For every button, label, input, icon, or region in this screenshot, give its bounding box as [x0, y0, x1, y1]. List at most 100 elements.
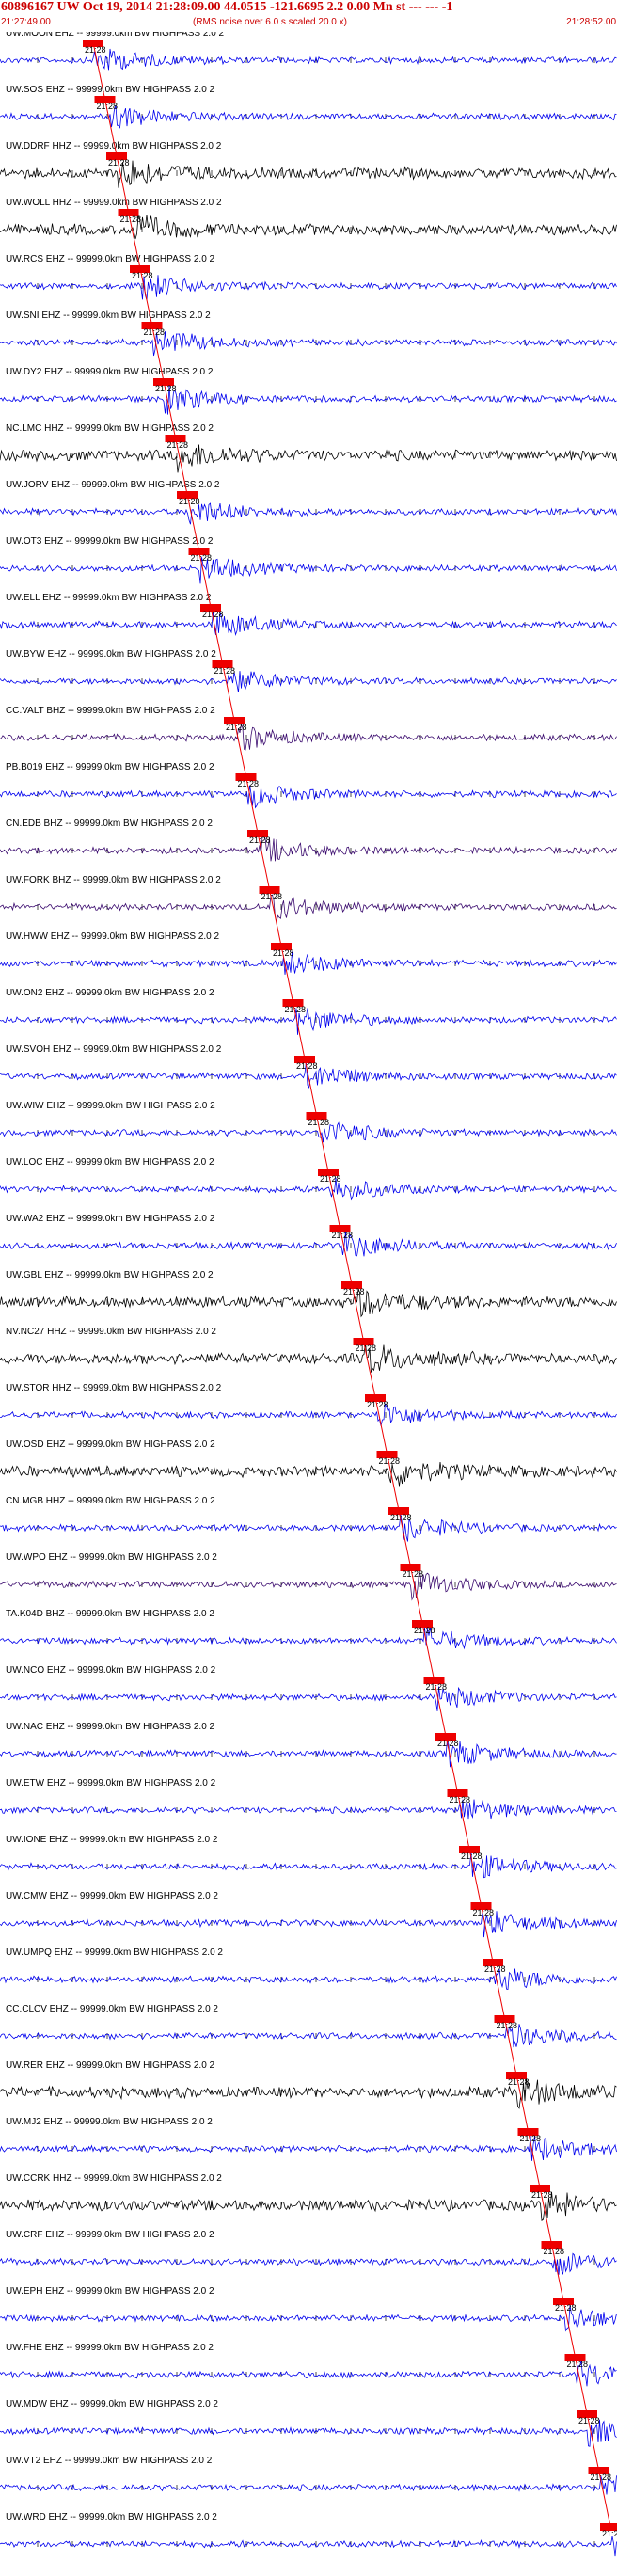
station-label: UW.WA2 EHZ -- 99999.0km BW HIGHPASS 2.0 … — [6, 1214, 215, 1224]
trace-row: UW.ETW EHZ -- 99999.0km BW HIGHPASS 2.0 … — [0, 1778, 617, 1820]
station-label: CN.MGB HHZ -- 99999.0km BW HIGHPASS 2.0 … — [6, 1496, 215, 1506]
trace-row: UW.MDW EHZ -- 99999.0km BW HIGHPASS 2.0 … — [0, 2399, 617, 2447]
station-label: UW.CMW EHZ -- 99999.0km BW HIGHPASS 2.0 … — [6, 1891, 218, 1901]
station-label: UW.ETW EHZ -- 99999.0km BW HIGHPASS 2.0 … — [6, 1778, 216, 1789]
waveform — [0, 104, 617, 129]
station-label: UW.OSD EHZ -- 99999.0km BW HIGHPASS 2.0 … — [6, 1439, 215, 1450]
trace-row: UW.OT3 EHZ -- 99999.0km BW HIGHPASS 2.0 … — [0, 536, 617, 584]
trace-row: UW.WRD EHZ -- 99999.0km BW HIGHPASS 2.0 … — [0, 2512, 617, 2557]
trace-row: UW.LOC EHZ -- 99999.0km BW HIGHPASS 2.0 … — [0, 1157, 617, 1201]
waveform — [0, 951, 617, 975]
station-label: UW.VT2 EHZ -- 99999.0km BW HIGHPASS 2.0 … — [6, 2456, 213, 2466]
waveform — [0, 2536, 617, 2557]
station-label: CC.VALT BHZ -- 99999.0km BW HIGHPASS 2.0… — [6, 706, 215, 716]
trace-row: UW.SOS EHZ -- 99999.0km BW HIGHPASS 2.0 … — [0, 85, 617, 129]
trace-row: UW.WIW EHZ -- 99999.0km BW HIGHPASS 2.0 … — [0, 1101, 617, 1143]
station-label: CC.CLCV EHZ -- 99999.0km BW HIGHPASS 2.0… — [6, 2004, 218, 2014]
waveform — [0, 1570, 617, 1601]
trace-row: UW.RER EHZ -- 99999.0km BW HIGHPASS 2.0 … — [0, 2060, 617, 2109]
trace-row: UW.WOLL HHZ -- 99999.0km BW HIGHPASS 2.0… — [0, 198, 617, 240]
station-label: UW.SOS EHZ -- 99999.0km BW HIGHPASS 2.0 … — [6, 85, 215, 95]
station-label: UW.WPO EHZ -- 99999.0km BW HIGHPASS 2.0 … — [6, 1552, 217, 1563]
station-label: UW.MOON EHZ -- 99999.0km BW HIGHPASS 2.0… — [6, 32, 225, 39]
waveform — [0, 557, 617, 584]
waveform — [0, 2419, 617, 2447]
rms-note: (RMS noise over 6.0 s scaled 20.0 x) — [193, 17, 347, 27]
end-time-label: 21:28:52.00 — [566, 17, 616, 27]
trace-row: UW.FORK BHZ -- 99999.0km BW HIGHPASS 2.0… — [0, 875, 617, 923]
trace-row: UW.UMPQ EHZ -- 99999.0km BW HIGHPASS 2.0… — [0, 1948, 617, 1990]
trace-row: UW.CCRK HHZ -- 99999.0km BW HIGHPASS 2.0… — [0, 2173, 617, 2221]
station-label: UW.JORV EHZ -- 99999.0km BW HIGHPASS 2.0… — [6, 480, 220, 490]
station-label: NV.NC27 HHZ -- 99999.0km BW HIGHPASS 2.0… — [6, 1327, 216, 1337]
waveform — [0, 2252, 617, 2275]
waveform — [0, 2305, 617, 2332]
station-label: UW.MJ2 EHZ -- 99999.0km BW HIGHPASS 2.0 … — [6, 2117, 213, 2127]
station-label: CN.EDB BHZ -- 99999.0km BW HIGHPASS 2.0 … — [6, 819, 213, 829]
waveform — [0, 894, 617, 923]
seismogram-panel: UW.MOON EHZ -- 99999.0km BW HIGHPASS 2.0… — [0, 32, 617, 2557]
start-time-label: 21:27:49.00 — [1, 17, 51, 27]
trace-row: CC.VALT BHZ -- 99999.0km BW HIGHPASS 2.0… — [0, 706, 617, 751]
trace-row: UW.ON2 EHZ -- 99999.0km BW HIGHPASS 2.0 … — [0, 988, 617, 1035]
waveform — [0, 1968, 617, 1990]
trace-row: UW.HWW EHZ -- 99999.0km BW HIGHPASS 2.0 … — [0, 931, 617, 975]
waveform — [0, 1342, 617, 1373]
waveform — [0, 1911, 617, 1938]
trace-row: UW.BYW EHZ -- 99999.0km BW HIGHPASS 2.0 … — [0, 649, 617, 692]
trace-row: PB.B019 EHZ -- 99999.0km BW HIGHPASS 2.0… — [0, 762, 617, 809]
waveform — [0, 215, 617, 240]
station-label: UW.IONE EHZ -- 99999.0km BW HIGHPASS 2.0… — [6, 1835, 218, 1845]
waveform — [0, 2024, 617, 2048]
station-label: UW.WOLL HHZ -- 99999.0km BW HIGHPASS 2.0… — [6, 198, 222, 208]
trace-row: UW.SVOH EHZ -- 99999.0km BW HIGHPASS 2.0… — [0, 1044, 617, 1089]
trace-row: UW.EPH EHZ -- 99999.0km BW HIGHPASS 2.0 … — [0, 2286, 617, 2332]
station-label: UW.FHE EHZ -- 99999.0km BW HIGHPASS 2.0 … — [6, 2343, 214, 2353]
trace-row: UW.GBL EHZ -- 99999.0km BW HIGHPASS 2.0 … — [0, 1270, 617, 1318]
station-label: UW.DY2 EHZ -- 99999.0km BW HIGHPASS 2.0 … — [6, 367, 214, 377]
waveform — [0, 1686, 617, 1711]
station-label: UW.SVOH EHZ -- 99999.0km BW HIGHPASS 2.0… — [6, 1044, 222, 1055]
trace-row: UW.STOR HHZ -- 99999.0km BW HIGHPASS 2.0… — [0, 1383, 617, 1426]
waveform — [0, 1288, 617, 1318]
trace-row: UW.IONE EHZ -- 99999.0km BW HIGHPASS 2.0… — [0, 1835, 617, 1879]
waveform — [0, 331, 617, 357]
station-label: UW.STOR HHZ -- 99999.0km BW HIGHPASS 2.0… — [6, 1383, 222, 1393]
station-label: UW.GBL EHZ -- 99999.0km BW HIGHPASS 2.0 … — [6, 1270, 214, 1280]
waveform — [0, 1231, 617, 1257]
waveform — [0, 1799, 617, 1820]
station-label: UW.CCRK HHZ -- 99999.0km BW HIGHPASS 2.0… — [6, 2173, 222, 2184]
station-label: UW.RER EHZ -- 99999.0km BW HIGHPASS 2.0 … — [6, 2060, 215, 2071]
waveform — [0, 724, 617, 751]
trace-row: UW.OSD EHZ -- 99999.0km BW HIGHPASS 2.0 … — [0, 1439, 617, 1487]
station-label: UW.BYW EHZ -- 99999.0km BW HIGHPASS 2.0 … — [6, 649, 216, 660]
waveform — [0, 2361, 617, 2387]
trace-row: NV.NC27 HHZ -- 99999.0km BW HIGHPASS 2.0… — [0, 1327, 617, 1373]
waveform — [0, 785, 617, 809]
waveform — [0, 1403, 617, 1426]
station-label: UW.MDW EHZ -- 99999.0km BW HIGHPASS 2.0 … — [6, 2399, 218, 2409]
event-title: 60896167 UW Oct 19, 2014 21:28:09.00 44.… — [1, 0, 453, 14]
waveform — [0, 502, 617, 525]
trace-row: CN.MGB HHZ -- 99999.0km BW HIGHPASS 2.0 … — [0, 1496, 617, 1542]
trace-row: UW.MJ2 EHZ -- 99999.0km BW HIGHPASS 2.0 … — [0, 2117, 617, 2161]
waveform — [0, 1462, 617, 1487]
waveform — [0, 612, 617, 636]
travel-time-curve — [93, 46, 612, 2532]
trace-row: CN.EDB BHZ -- 99999.0km BW HIGHPASS 2.0 … — [0, 819, 617, 862]
station-label: UW.LOC EHZ -- 99999.0km BW HIGHPASS 2.0 … — [6, 1157, 214, 1168]
trace-row: UW.ELL EHZ -- 99999.0km BW HIGHPASS 2.0 … — [0, 593, 617, 636]
station-label: UW.SNI EHZ -- 99999.0km BW HIGHPASS 2.0 … — [6, 310, 211, 321]
waveform — [0, 385, 617, 415]
trace-row: UW.CRF EHZ -- 99999.0km BW HIGHPASS 2.0 … — [0, 2230, 617, 2275]
trace-row: UW.WPO EHZ -- 99999.0km BW HIGHPASS 2.0 … — [0, 1552, 617, 1601]
pick-time-label: 21:28 — [602, 2529, 617, 2538]
station-label: UW.NAC EHZ -- 99999.0km BW HIGHPASS 2.0 … — [6, 1722, 215, 1732]
waveform — [0, 2191, 617, 2221]
trace-row: UW.NCO EHZ -- 99999.0km BW HIGHPASS 2.0 … — [0, 1665, 617, 1711]
station-label: UW.WRD EHZ -- 99999.0km BW HIGHPASS 2.0 … — [6, 2512, 217, 2522]
station-label: UW.FORK BHZ -- 99999.0km BW HIGHPASS 2.0… — [6, 875, 221, 885]
trace-row: CC.CLCV EHZ -- 99999.0km BW HIGHPASS 2.0… — [0, 2004, 617, 2048]
trace-row: UW.FHE EHZ -- 99999.0km BW HIGHPASS 2.0 … — [0, 2343, 617, 2387]
waveform — [0, 1852, 617, 1879]
